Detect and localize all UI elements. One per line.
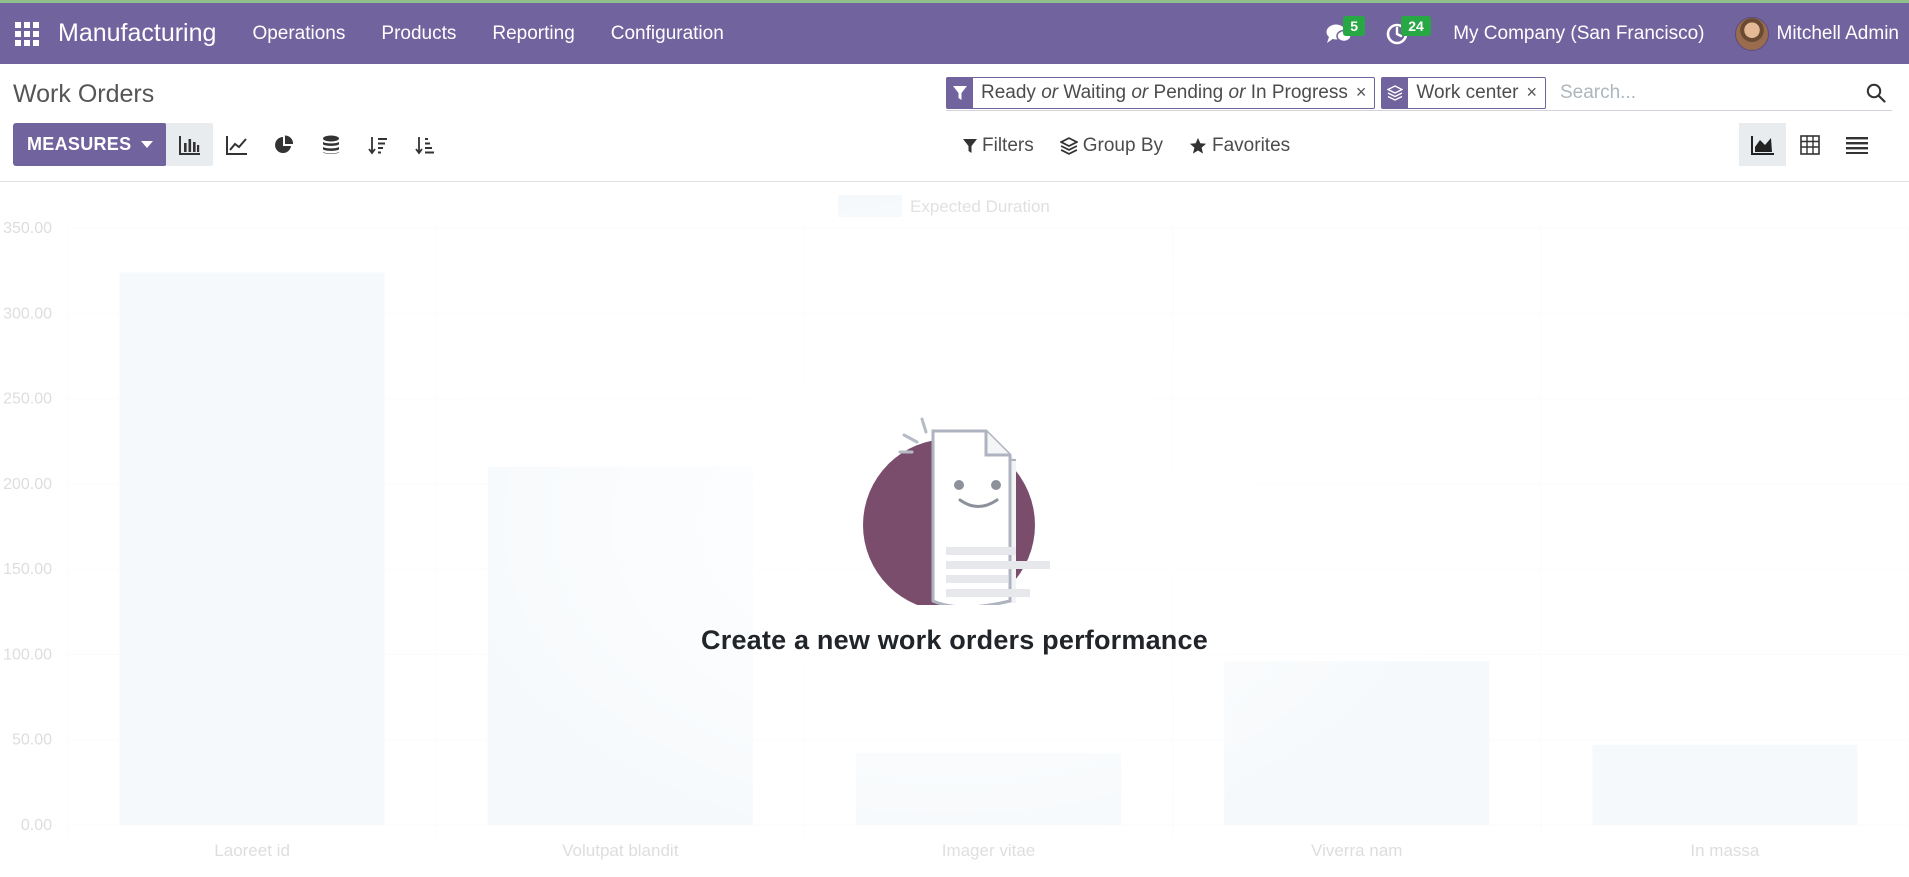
top-navbar: Manufacturing Operations Products Report… xyxy=(0,0,1909,64)
user-name: Mitchell Admin xyxy=(1776,22,1900,44)
menu-reporting[interactable]: Reporting xyxy=(492,23,574,45)
facet-or: or xyxy=(1228,81,1246,103)
search-button[interactable] xyxy=(1860,77,1892,109)
sort-ascending-button[interactable] xyxy=(401,123,448,166)
star-icon xyxy=(1189,137,1207,154)
menu-products[interactable]: Products xyxy=(381,23,456,45)
line-chart-icon xyxy=(225,135,247,155)
stacked-button[interactable] xyxy=(307,123,354,166)
filters-label: Filters xyxy=(982,135,1034,156)
measures-label: MEASURES xyxy=(27,134,132,154)
layers-icon xyxy=(1382,77,1409,108)
area-chart-icon xyxy=(1750,135,1774,155)
activities-count-badge: 24 xyxy=(1401,15,1431,36)
systray: 5 24 My Company (San Francisco) Mitchell… xyxy=(1319,3,1909,64)
avatar xyxy=(1734,16,1769,51)
filter-facet: Ready or Waiting or Pending or In Progre… xyxy=(946,76,1376,109)
line-chart-button[interactable] xyxy=(213,123,260,166)
sort-amount-down-icon xyxy=(367,136,387,154)
remove-groupby-facet-button[interactable]: × xyxy=(1524,78,1545,108)
messages-count-badge: 5 xyxy=(1343,15,1365,36)
menu-configuration[interactable]: Configuration xyxy=(611,23,724,45)
app-name[interactable]: Manufacturing xyxy=(58,19,216,48)
activities-button[interactable]: 24 xyxy=(1377,14,1431,54)
apps-menu-icon[interactable] xyxy=(14,21,40,47)
group-by-dropdown-button[interactable]: Group By xyxy=(1059,135,1163,157)
empty-state-title: Create a new work orders performance xyxy=(701,625,1208,655)
user-menu[interactable]: Mitchell Admin xyxy=(1734,16,1900,51)
list-icon xyxy=(1845,136,1868,154)
pivot-view-button[interactable] xyxy=(1786,123,1833,166)
search-bar: Ready or Waiting or Pending or In Progre… xyxy=(946,75,1892,111)
favorites-label: Favorites xyxy=(1212,135,1291,156)
bar-chart-icon xyxy=(178,135,200,155)
groupby-facet-label: Work center xyxy=(1416,81,1519,103)
filter-icon xyxy=(947,77,973,108)
table-icon xyxy=(1799,134,1820,155)
database-icon xyxy=(322,135,339,154)
smiling-document-illustration xyxy=(863,417,1050,605)
company-switcher[interactable]: My Company (San Francisco) xyxy=(1453,23,1704,45)
filters-dropdown-button[interactable]: Filters xyxy=(963,135,1034,157)
view-switcher xyxy=(1739,123,1880,166)
filter-facet-label: Ready or Waiting or Pending or In Progre… xyxy=(973,78,1354,108)
pie-chart-icon xyxy=(274,134,293,153)
search-options: Filters Group By Favorites xyxy=(963,135,1316,157)
facet-value-waiting: Waiting xyxy=(1063,81,1127,103)
layers-icon xyxy=(1059,137,1078,155)
sort-amount-up-icon xyxy=(414,136,434,154)
caret-down-icon xyxy=(141,141,154,148)
filter-icon xyxy=(963,139,977,153)
facet-value-pending: Pending xyxy=(1153,81,1224,103)
page-title: Work Orders xyxy=(13,80,155,108)
messages-button[interactable]: 5 xyxy=(1319,14,1365,54)
measures-dropdown-button[interactable]: MEASURES xyxy=(13,123,168,166)
bar-chart-button[interactable] xyxy=(166,123,213,166)
favorites-dropdown-button[interactable]: Favorites xyxy=(1189,135,1290,157)
group-by-label: Group By xyxy=(1082,135,1163,156)
pie-chart-button[interactable] xyxy=(260,123,307,166)
remove-filter-facet-button[interactable]: × xyxy=(1354,78,1375,108)
menu-operations[interactable]: Operations xyxy=(252,23,345,45)
groupby-facet: Work center × xyxy=(1381,76,1546,109)
search-icon xyxy=(1866,83,1886,103)
sort-descending-button[interactable] xyxy=(354,123,401,166)
facet-value-in-progress: In Progress xyxy=(1250,81,1348,103)
list-view-button[interactable] xyxy=(1833,123,1880,166)
facet-or: or xyxy=(1131,81,1149,103)
facet-value-ready: Ready xyxy=(981,81,1036,103)
graph-view-button[interactable] xyxy=(1739,123,1786,166)
search-input[interactable] xyxy=(1551,77,1860,108)
graph-mode-toolbar xyxy=(166,123,448,166)
control-panel: Work Orders Ready or Waiting or Pending … xyxy=(0,64,1909,182)
facet-or: or xyxy=(1041,81,1059,103)
